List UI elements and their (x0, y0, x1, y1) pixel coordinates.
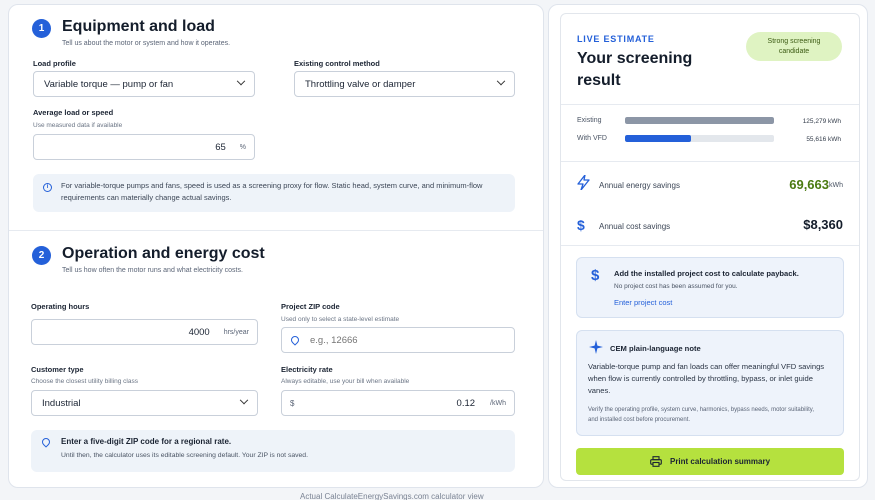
zip-box-title: Enter a five-digit ZIP code for a region… (61, 437, 232, 446)
payback-box: $ Add the installed project cost to calc… (576, 257, 844, 318)
section-subtitle: Tell us how often the motor runs and wha… (62, 267, 243, 274)
location-pin-icon (289, 334, 301, 346)
zip-text-field[interactable] (310, 334, 480, 346)
bar-value-existing: 125,279 kWh (802, 118, 841, 125)
input-panel: 1 Equipment and load Tell us about the m… (8, 4, 544, 488)
page-caption: Actual CalculateEnergySavings.com calcul… (300, 492, 484, 500)
customer-type-value: Industrial (42, 397, 81, 409)
customer-type-label: Customer type (31, 365, 84, 374)
rate-unit: /kWh (490, 399, 506, 407)
dollar-icon: $ (591, 267, 600, 284)
section-title: Equipment and load (62, 18, 215, 35)
zip-label: Project ZIP code (281, 302, 340, 311)
energy-savings-value: 69,663 (789, 177, 829, 192)
bar-label-existing: Existing (577, 117, 602, 124)
rate-hint: Always editable, use your bill when avai… (281, 378, 410, 385)
chevron-down-icon (239, 395, 249, 405)
customer-type-hint: Choose the closest utility billing class (31, 378, 138, 385)
print-summary-button[interactable]: Print calculation summary (576, 448, 844, 475)
rate-prefix: $ (290, 398, 295, 408)
load-profile-label: Load profile (33, 59, 76, 68)
live-estimate-label: LIVE ESTIMATE (577, 34, 655, 44)
zip-input[interactable] (281, 327, 515, 353)
result-card: LIVE ESTIMATE Your screening result Stro… (560, 13, 860, 481)
note-body: Variable-torque pump and fan loads can o… (588, 362, 825, 395)
lightning-icon (577, 174, 590, 193)
avg-load-value: 65 (215, 141, 226, 153)
bar-value-vfd: 55,616 kWh (806, 136, 841, 143)
rate-value: 0.12 (456, 397, 476, 409)
step-number: 1 (32, 19, 51, 38)
location-pin-icon (40, 436, 52, 448)
hours-label: Operating hours (31, 302, 90, 311)
vfd-bar-fill (625, 135, 692, 142)
vfd-bar-track (625, 135, 774, 142)
chevron-down-icon (496, 76, 506, 86)
hours-unit: hrs/year (223, 328, 249, 336)
energy-savings-unit: kWh (829, 182, 843, 189)
existing-bar-track (625, 117, 774, 124)
avg-load-hint: Use measured data if available (33, 122, 123, 129)
dollar-icon: $ (577, 217, 585, 233)
customer-type-select[interactable]: Industrial (31, 390, 258, 416)
divider (561, 161, 859, 162)
operation-section: 2 Operation and energy cost Tell us how … (9, 232, 543, 487)
avg-load-unit: % (239, 143, 246, 151)
hours-input[interactable]: 4000 hrs/year (31, 319, 258, 345)
proxy-info-box: i For variable-torque pumps and fans, sp… (33, 174, 515, 212)
enter-project-cost-link[interactable]: Enter project cost (614, 298, 672, 307)
avg-load-label: Average load or speed (33, 108, 114, 117)
chevron-down-icon (236, 76, 246, 86)
hours-value: 4000 (188, 326, 210, 338)
proxy-info-text: For variable-torque pumps and fans, spee… (61, 181, 483, 202)
zip-hint: Used only to select a state-level estima… (281, 316, 400, 323)
zip-info-box: Enter a five-digit ZIP code for a region… (31, 430, 515, 472)
load-profile-value: Variable torque — pump or fan (44, 78, 174, 90)
printer-icon (650, 456, 662, 467)
cost-savings-label: Annual cost savings (599, 222, 671, 231)
result-title: Your screening result (577, 50, 693, 89)
load-profile-select[interactable]: Variable torque — pump or fan (33, 71, 255, 97)
divider (561, 104, 859, 105)
cost-savings-value: $8,360 (803, 217, 843, 232)
plain-language-note: CEM plain-language note Variable-torque … (576, 330, 844, 436)
sparkle-icon (589, 340, 603, 359)
control-method-select[interactable]: Throttling valve or damper (294, 71, 515, 97)
print-summary-label: Print calculation summary (669, 457, 771, 466)
payback-text: No project cost has been assumed for you… (614, 283, 738, 290)
bar-label-vfd: With VFD (577, 135, 607, 142)
equipment-section: 1 Equipment and load Tell us about the m… (9, 5, 543, 231)
energy-savings-label: Annual energy savings (599, 181, 680, 190)
section-title: Operation and energy cost (62, 245, 265, 262)
avg-load-input[interactable]: 65 % (33, 134, 255, 160)
payback-title: Add the installed project cost to calcul… (614, 269, 799, 278)
note-title: CEM plain-language note (610, 344, 701, 353)
existing-bar-fill (625, 117, 774, 124)
note-small-print: Verify the operating profile, system cur… (588, 407, 814, 423)
result-panel: LIVE ESTIMATE Your screening result Stro… (548, 4, 868, 488)
control-method-label: Existing control method (294, 59, 380, 68)
zip-box-text: Until then, the calculator uses its edit… (61, 452, 308, 459)
rate-label: Electricity rate (281, 365, 333, 374)
status-badge: Strong screening candidate (746, 32, 842, 61)
info-icon: i (43, 183, 52, 192)
section-subtitle: Tell us about the motor or system and ho… (62, 40, 231, 47)
divider (561, 245, 859, 246)
rate-input[interactable]: $ 0.12 /kWh (281, 390, 515, 416)
step-number: 2 (32, 246, 51, 265)
control-method-value: Throttling valve or damper (305, 78, 416, 90)
